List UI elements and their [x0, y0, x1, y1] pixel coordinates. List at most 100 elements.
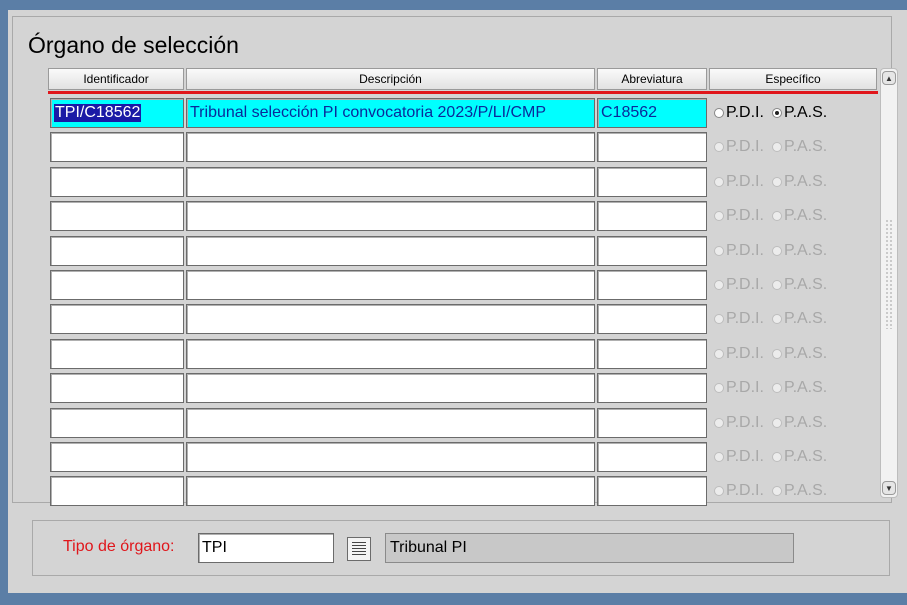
- radio-pas[interactable]: P.A.S.: [771, 276, 827, 294]
- cell-descripcion[interactable]: [186, 373, 595, 403]
- radio-pas[interactable]: P.A.S.: [771, 482, 827, 500]
- cell-abreviatura[interactable]: [597, 442, 707, 472]
- cell-identificador[interactable]: [50, 304, 184, 334]
- cell-abreviatura-text: C18562: [601, 104, 658, 121]
- radio-pas[interactable]: P.A.S.: [771, 310, 828, 328]
- cell-identificador[interactable]: [50, 201, 184, 231]
- radio-label: P.A.S.: [783, 173, 828, 190]
- cell-descripcion[interactable]: [186, 132, 595, 162]
- cell-abreviatura[interactable]: [597, 132, 707, 162]
- radio-dot-icon: [771, 418, 782, 428]
- radio-pdi[interactable]: P.D.I.: [714, 448, 764, 466]
- cell-descripcion[interactable]: [186, 442, 595, 472]
- arrow-down-icon[interactable]: ▼: [882, 481, 896, 495]
- radio-label: P.D.I.: [726, 482, 764, 499]
- radio-label: P.A.S.: [783, 448, 828, 465]
- radio-pdi[interactable]: P.D.I.: [714, 104, 764, 122]
- radio-dot-icon: [771, 383, 782, 393]
- radio-label: P.A.S.: [783, 207, 828, 224]
- cell-identificador[interactable]: [50, 476, 184, 506]
- radio-label: P.D.I.: [726, 448, 764, 465]
- lov-button[interactable]: [347, 537, 371, 561]
- cell-abreviatura[interactable]: C18562: [597, 98, 707, 128]
- radio-pas[interactable]: P.A.S.: [771, 242, 827, 260]
- scrollbar-grip[interactable]: [885, 219, 893, 329]
- col-header-abreviatura[interactable]: Abreviatura: [597, 68, 707, 90]
- cell-descripcion[interactable]: [186, 304, 595, 334]
- cell-abreviatura[interactable]: [597, 304, 707, 334]
- radio-dot-icon: [771, 349, 782, 359]
- radio-dot-icon: [714, 280, 724, 290]
- cell-abreviatura[interactable]: [597, 270, 707, 300]
- radio-pdi[interactable]: P.D.I.: [714, 310, 764, 328]
- radio-pas[interactable]: P.A.S.: [771, 138, 827, 156]
- radio-dot-icon: [771, 314, 782, 324]
- arrow-up-icon[interactable]: ▲: [882, 71, 896, 85]
- especifico-radio-group: P.D.I. P.A.S.: [714, 201, 835, 231]
- cell-identificador[interactable]: [50, 270, 184, 300]
- cell-abreviatura[interactable]: [597, 373, 707, 403]
- radio-dot-icon: [714, 349, 724, 359]
- cell-abreviatura[interactable]: [597, 167, 707, 197]
- cell-descripcion[interactable]: [186, 236, 595, 266]
- radio-pdi[interactable]: P.D.I.: [714, 242, 764, 260]
- cell-identificador[interactable]: [50, 132, 184, 162]
- cell-abreviatura[interactable]: [597, 476, 707, 506]
- radio-dot-icon: [714, 177, 724, 187]
- header-underline: [48, 91, 878, 94]
- col-header-especifico[interactable]: Específico: [709, 68, 877, 90]
- cell-descripcion[interactable]: [186, 408, 595, 438]
- cell-abreviatura[interactable]: [597, 236, 707, 266]
- especifico-radio-group: P.D.I. P.A.S.: [714, 373, 835, 403]
- radio-pas[interactable]: P.A.S.: [771, 414, 827, 432]
- radio-dot-icon: [771, 246, 782, 256]
- vertical-scrollbar[interactable]: ▲ ▼: [880, 68, 898, 498]
- radio-pas[interactable]: P.A.S.: [771, 345, 827, 363]
- cell-descripcion[interactable]: [186, 167, 595, 197]
- radio-label: P.D.I.: [726, 345, 764, 362]
- especifico-radio-group: P.D.I. P.A.S.: [714, 408, 835, 438]
- cell-descripcion[interactable]: [186, 339, 595, 369]
- tipo-organo-field[interactable]: TPI: [198, 533, 334, 563]
- cell-descripcion[interactable]: [186, 476, 595, 506]
- radio-pdi[interactable]: P.D.I.: [714, 482, 764, 500]
- radio-pas[interactable]: P.A.S.: [771, 173, 828, 191]
- cell-abreviatura[interactable]: [597, 201, 707, 231]
- cell-abreviatura[interactable]: [597, 339, 707, 369]
- radio-pdi[interactable]: P.D.I.: [714, 173, 764, 191]
- radio-pdi[interactable]: P.D.I.: [714, 414, 764, 432]
- radio-label: P.A.S.: [783, 104, 828, 121]
- radio-label: P.A.S.: [783, 310, 828, 327]
- radio-pdi[interactable]: P.D.I.: [714, 207, 764, 225]
- cell-identificador[interactable]: TPI/C18562: [50, 98, 184, 128]
- radio-pas[interactable]: P.A.S.: [771, 379, 827, 397]
- radio-pdi[interactable]: P.D.I.: [714, 345, 764, 363]
- radio-label: P.D.I.: [726, 207, 764, 224]
- block-title: Órgano de selección: [28, 32, 239, 58]
- cell-identificador[interactable]: [50, 167, 184, 197]
- cell-identificador[interactable]: [50, 373, 184, 403]
- radio-pdi[interactable]: P.D.I.: [714, 379, 764, 397]
- cell-abreviatura[interactable]: [597, 408, 707, 438]
- radio-pas[interactable]: P.A.S.: [771, 104, 828, 122]
- cell-identificador[interactable]: [50, 236, 184, 266]
- col-header-identificador[interactable]: Identificador: [48, 68, 184, 90]
- radio-pdi[interactable]: P.D.I.: [714, 138, 764, 156]
- cell-descripcion[interactable]: Tribunal selección PI convocatoria 2023/…: [186, 98, 595, 128]
- radio-label: P.D.I.: [726, 104, 764, 121]
- tipo-organo-description: Tribunal PI: [385, 533, 794, 563]
- cell-descripcion[interactable]: [186, 270, 595, 300]
- especifico-radio-group: P.D.I. P.A.S.: [714, 98, 835, 128]
- col-header-descripcion[interactable]: Descripción: [186, 68, 595, 90]
- cell-identificador[interactable]: [50, 442, 184, 472]
- radio-dot-icon: [771, 280, 782, 290]
- radio-pas[interactable]: P.A.S.: [771, 448, 828, 466]
- radio-dot-icon: [714, 486, 724, 496]
- cell-identificador[interactable]: [50, 339, 184, 369]
- radio-dot-icon: [714, 142, 724, 152]
- radio-label: P.D.I.: [726, 310, 764, 327]
- cell-identificador[interactable]: [50, 408, 184, 438]
- radio-pdi[interactable]: P.D.I.: [714, 276, 764, 294]
- radio-pas[interactable]: P.A.S.: [771, 207, 828, 225]
- cell-descripcion[interactable]: [186, 201, 595, 231]
